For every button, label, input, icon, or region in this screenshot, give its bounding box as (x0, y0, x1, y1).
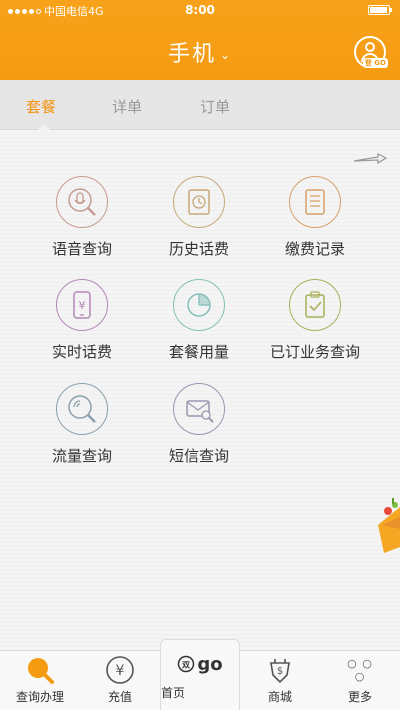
grid-item-realtime-bill[interactable]: ¥ 实时话费 (22, 279, 142, 362)
grid-item-sms-query[interactable]: 短信查询 (139, 383, 259, 466)
realtime-bill-icon: ¥ (56, 279, 108, 331)
nav-label: 查询办理 (15, 690, 64, 704)
grid-label: 语音查询 (51, 240, 112, 258)
grid-item-subscribed-service[interactable]: 已订业务查询 (255, 279, 375, 362)
nav-item-query[interactable]: 查询办理 (0, 651, 80, 710)
sms-search-icon (173, 383, 225, 435)
arrow-right-icon[interactable] (352, 152, 388, 166)
avatar-login-tag: 登 GO (362, 58, 388, 68)
grid-item-package-usage[interactable]: 套餐用量 (139, 279, 259, 362)
nav-label: 更多 (347, 690, 372, 704)
nav-label: 充值 (107, 690, 132, 704)
data-flow-icon (56, 383, 108, 435)
mall-icon: $ (265, 655, 295, 685)
nav-item-recharge[interactable]: ¥ 充值 (80, 651, 160, 710)
tab-bar: 套餐 详单 订单 (0, 80, 400, 130)
history-bill-icon (173, 176, 225, 228)
voice-search-icon (56, 176, 108, 228)
grid-label: 已订业务查询 (269, 343, 360, 361)
nav-item-mall[interactable]: $ 商城 (240, 651, 320, 710)
page-title: 手机 (167, 42, 216, 67)
tab-details[interactable]: 详单 (112, 96, 142, 117)
svg-text:双: 双 (182, 661, 190, 670)
grid-item-data-flow[interactable]: 流量查询 (22, 383, 142, 466)
grid-item-voice-query[interactable]: 语音查询 (22, 176, 142, 259)
grid-label: 短信查询 (168, 447, 229, 465)
active-tab-indicator (37, 124, 51, 131)
recharge-icon: ¥ (105, 655, 135, 685)
grid-label: 历史话费 (168, 240, 229, 258)
nav-item-more[interactable]: ○ ○ ○ 更多 (320, 651, 400, 710)
more-dots: ○ ○ ○ (347, 657, 373, 683)
search-icon (25, 655, 55, 685)
payment-record-icon (289, 176, 341, 228)
go-home-icon: 双 go (175, 652, 225, 676)
go-logo-text: go (197, 653, 223, 675)
nav-label: 首页 (161, 686, 186, 700)
grid-label: 套餐用量 (168, 343, 229, 361)
bottom-nav: 查询办理 ¥ 充值 双 go 首页 $ 商城 ○ ○ ○ 更多 (0, 639, 400, 710)
status-time: 8:00 (185, 3, 215, 17)
nav-item-home[interactable]: 双 go 首页 (160, 639, 240, 710)
user-avatar-button[interactable]: 登 GO (354, 36, 388, 68)
grid-label: 实时话费 (51, 343, 112, 361)
user-head-icon (365, 42, 375, 52)
svg-text:$: $ (277, 666, 283, 677)
status-bar: 中国电信4G 8:00 (0, 0, 400, 20)
tab-package[interactable]: 套餐 (26, 96, 56, 117)
subscribed-service-icon (289, 279, 341, 331)
chevron-down-icon: ⌄ (219, 48, 233, 62)
package-usage-icon (173, 279, 225, 331)
floating-promo-icon[interactable] (370, 495, 400, 555)
grid-label: 流量查询 (51, 447, 112, 465)
svg-text:¥: ¥ (79, 299, 86, 312)
page-title-selector[interactable]: 手机 ⌄ (0, 36, 400, 68)
grid-item-history-bill[interactable]: 历史话费 (139, 176, 259, 259)
grid-item-payment-record[interactable]: 缴费记录 (255, 176, 375, 259)
grid-label: 缴费记录 (284, 240, 345, 258)
more-icon: ○ ○ ○ (345, 655, 375, 685)
svg-text:¥: ¥ (116, 663, 125, 679)
tab-orders[interactable]: 订单 (200, 96, 230, 117)
battery-icon (368, 5, 392, 15)
nav-label: 商城 (267, 690, 292, 704)
